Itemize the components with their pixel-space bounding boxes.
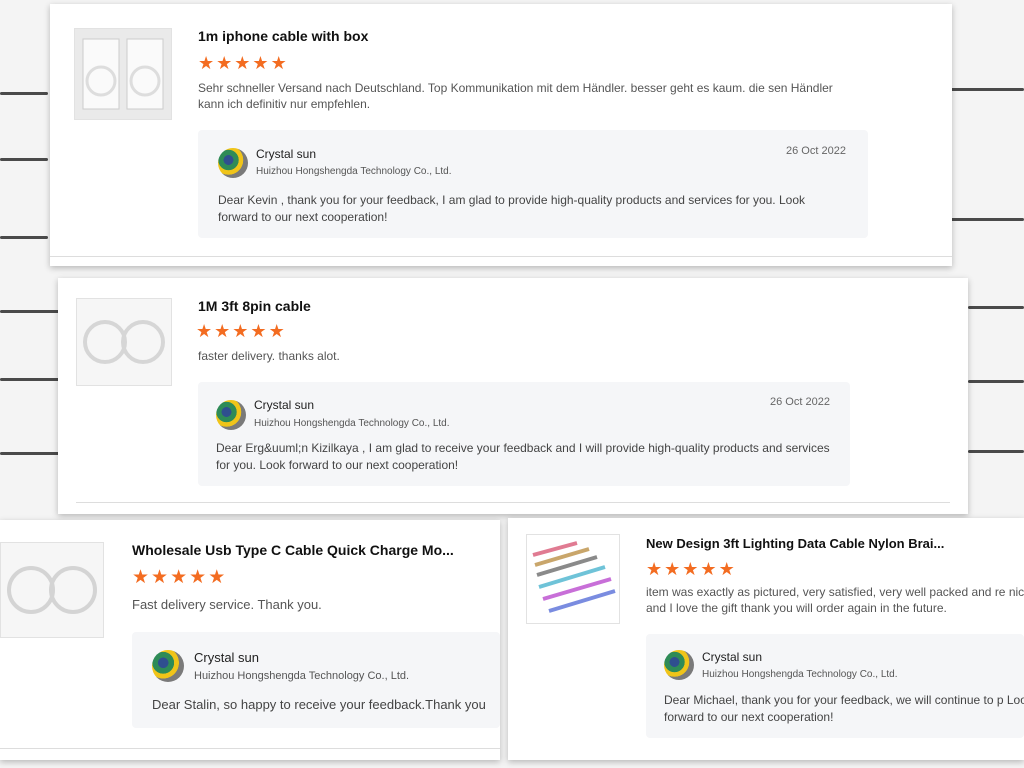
avatar-image <box>216 400 246 430</box>
card-divider <box>50 256 952 257</box>
cable-product-image[interactable] <box>74 28 172 120</box>
star-icon: ★ <box>198 53 215 73</box>
background-line <box>0 236 48 239</box>
reply-author: Crystal sun <box>702 650 763 664</box>
star-icon: ★ <box>270 53 287 73</box>
rating-stars: ★ ★ ★ ★ ★ <box>198 54 289 72</box>
background-line <box>968 380 1024 383</box>
avatar-image <box>152 650 184 682</box>
rating-stars: ★ ★ ★ ★ ★ <box>196 322 287 340</box>
reply-company: Huizhou Hongshengda Technology Co., Ltd. <box>256 166 452 177</box>
star-icon: ★ <box>216 53 233 73</box>
seller-reply: Crystal sun Huizhou Hongshengda Technolo… <box>198 130 868 238</box>
review-text: faster delivery. thanks alot. <box>198 349 340 363</box>
review-card: New Design 3ft Lighting Data Cable Nylon… <box>508 518 1024 760</box>
cable-product-image[interactable] <box>0 542 104 638</box>
card-divider <box>0 748 500 749</box>
star-icon: ★ <box>646 559 663 579</box>
cable-product-image[interactable] <box>76 298 172 386</box>
reply-author: Crystal sun <box>256 147 317 161</box>
background-line <box>968 450 1024 453</box>
star-icon: ★ <box>189 567 207 588</box>
reply-company: Huizhou Hongshengda Technology Co., Ltd. <box>702 669 898 680</box>
star-icon: ★ <box>170 567 188 588</box>
review-text: Sehr schneller Versand nach Deutschland.… <box>198 81 833 112</box>
background-line <box>968 306 1024 309</box>
review-card: Wholesale Usb Type C Cable Quick Charge … <box>0 520 500 760</box>
reply-date: 26 Oct 2022 <box>786 145 846 157</box>
background-line <box>950 88 1024 91</box>
star-icon: ★ <box>250 321 267 341</box>
star-icon: ★ <box>664 559 681 579</box>
reply-date: 26 Oct 2022 <box>770 396 830 408</box>
star-icon: ★ <box>132 567 150 588</box>
star-icon: ★ <box>214 321 231 341</box>
review-card: 1M 3ft 8pin cable ★ ★ ★ ★ ★ faster deliv… <box>58 278 968 514</box>
avatar-image <box>218 148 248 178</box>
product-title[interactable]: Wholesale Usb Type C Cable Quick Charge … <box>132 542 492 558</box>
star-icon: ★ <box>700 559 717 579</box>
star-icon: ★ <box>718 559 735 579</box>
reply-text: Dear Stalin, so happy to receive your fe… <box>152 697 486 712</box>
background-line <box>0 92 48 95</box>
card-divider <box>76 502 950 503</box>
product-title[interactable]: New Design 3ft Lighting Data Cable Nylon… <box>646 536 966 551</box>
reply-company: Huizhou Hongshengda Technology Co., Ltd. <box>254 418 450 429</box>
seller-reply: Crystal sun Huizhou Hongshengda Technolo… <box>646 634 1024 738</box>
background-line <box>950 218 1024 221</box>
star-icon: ★ <box>208 567 226 588</box>
star-icon: ★ <box>268 321 285 341</box>
reply-author: Crystal sun <box>194 650 260 665</box>
product-title[interactable]: 1m iphone cable with box <box>198 28 798 44</box>
reply-text: Dear Kevin , thank you for your feedback… <box>218 193 805 224</box>
avatar-image <box>664 650 694 680</box>
review-card: 1m iphone cable with box ★ ★ ★ ★ ★ Sehr … <box>50 4 952 266</box>
star-icon: ★ <box>151 567 169 588</box>
reply-text: Dear Erg&uuml;n Kizilkaya , I am glad to… <box>216 441 830 472</box>
background-line <box>0 158 48 161</box>
star-icon: ★ <box>682 559 699 579</box>
seller-reply: Crystal sun Huizhou Hongshengda Technolo… <box>198 382 850 486</box>
rating-stars: ★ ★ ★ ★ ★ <box>132 568 227 587</box>
star-icon: ★ <box>196 321 213 341</box>
product-title[interactable]: 1M 3ft 8pin cable <box>198 298 798 314</box>
rating-stars: ★ ★ ★ ★ ★ <box>646 560 737 578</box>
reply-company: Huizhou Hongshengda Technology Co., Ltd. <box>194 670 410 682</box>
reply-text: Dear Michael, thank you for your feedbac… <box>664 693 1024 724</box>
star-icon: ★ <box>234 53 251 73</box>
review-text: Fast delivery service. Thank you. <box>132 597 322 612</box>
review-text: item was exactly as pictured, very satis… <box>646 585 1024 616</box>
reply-author: Crystal sun <box>254 398 315 412</box>
cable-product-image[interactable] <box>526 534 620 624</box>
star-icon: ★ <box>232 321 249 341</box>
seller-reply: Crystal sun Huizhou Hongshengda Technolo… <box>132 632 500 728</box>
star-icon: ★ <box>252 53 269 73</box>
